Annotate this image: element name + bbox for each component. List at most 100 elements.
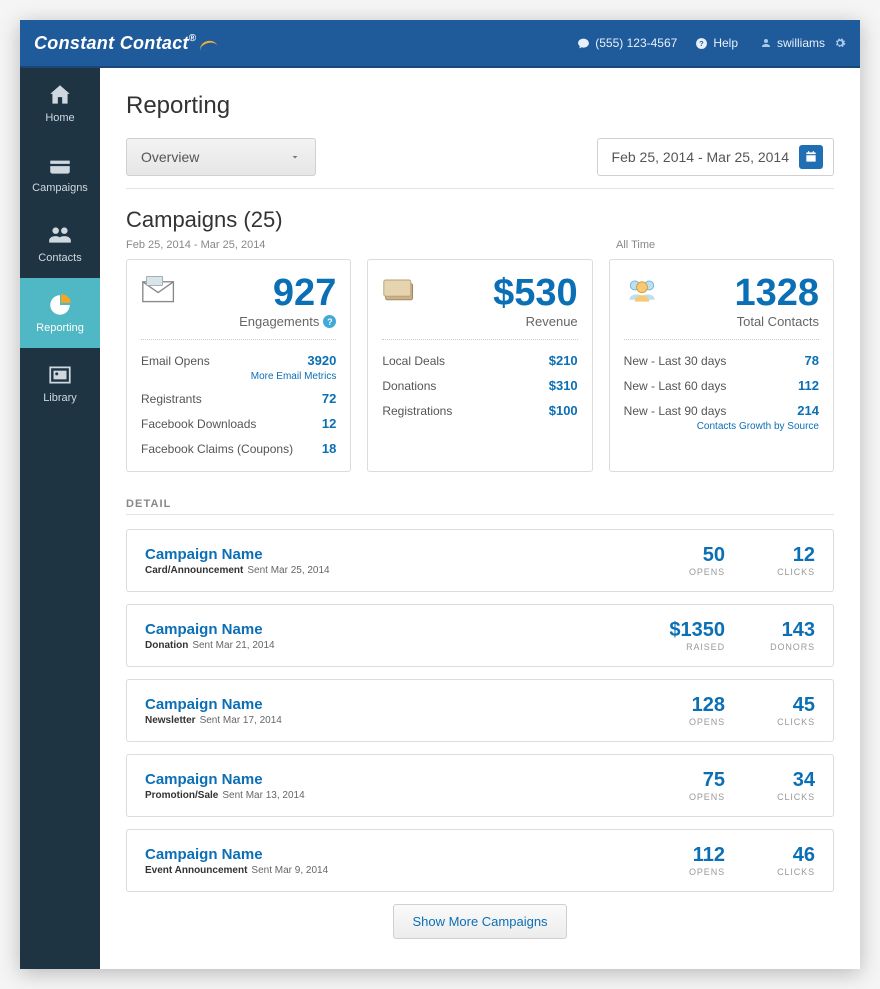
row-value: 78	[805, 353, 819, 368]
campaign-subtitle: DonationSent Mar 21, 2014	[145, 640, 635, 651]
help-tooltip-icon[interactable]: ?	[323, 315, 336, 328]
gear-icon	[834, 37, 846, 49]
row-name: New - Last 90 days	[624, 404, 727, 418]
app-frame: Constant Contact® (555) 123-4567 ? Help …	[20, 20, 860, 969]
user-name: swilliams	[777, 36, 825, 50]
card-row: Registrants72	[141, 386, 336, 411]
row-value: 72	[322, 391, 336, 406]
campaign-row[interactable]: Campaign Name Promotion/SaleSent Mar 13, …	[126, 754, 834, 817]
row-name: Facebook Downloads	[141, 417, 256, 431]
campaign-stat-2: 45CLICKS	[725, 694, 815, 727]
row-value: 18	[322, 441, 336, 456]
view-selector-value: Overview	[141, 149, 199, 165]
sidenav: Home Campaigns Contacts Reporting Librar…	[20, 68, 100, 969]
campaign-title: Campaign Name	[145, 771, 635, 788]
engagements-label: Engagements	[239, 314, 319, 329]
campaign-subtitle: Card/AnnouncementSent Mar 25, 2014	[145, 565, 635, 576]
chat-icon	[577, 37, 590, 50]
topbar: Constant Contact® (555) 123-4567 ? Help …	[20, 20, 860, 68]
card-row: New - Last 90 days214	[624, 398, 819, 423]
divider	[126, 514, 834, 515]
campaign-row[interactable]: Campaign NameDonationSent Mar 21, 2014$1…	[126, 604, 834, 667]
range-labels: Feb 25, 2014 - Mar 25, 2014 All Time	[126, 239, 834, 251]
card-row: New - Last 60 days112	[624, 373, 819, 398]
date-range-picker[interactable]: Feb 25, 2014 - Mar 25, 2014	[597, 138, 834, 176]
campaign-stat-2: 46CLICKS	[725, 844, 815, 877]
campaign-stat-2: 12CLICKS	[725, 544, 815, 577]
row-name: Facebook Claims (Coupons)	[141, 442, 293, 456]
summary-cards: 927 Engagements ? Email Opens 3920 More E…	[126, 259, 834, 472]
phone-link[interactable]: (555) 123-4567	[577, 36, 677, 50]
more-email-metrics-link[interactable]: More Email Metrics	[141, 371, 336, 382]
campaigns-heading: Campaigns (25)	[126, 207, 834, 233]
campaign-stat-2: 143DONORS	[725, 619, 815, 652]
phone-number: (555) 123-4567	[595, 36, 677, 50]
user-icon	[760, 37, 772, 49]
contacts-label: Total Contacts	[737, 314, 819, 329]
card-row: Local Deals $210	[382, 348, 577, 373]
sidebar-item-campaigns[interactable]: Campaigns	[20, 138, 100, 208]
contacts-growth-link[interactable]: Contacts Growth by Source	[624, 421, 819, 432]
nav-label: Home	[45, 112, 74, 124]
range-left: Feb 25, 2014 - Mar 25, 2014	[126, 239, 265, 251]
sidebar-item-home[interactable]: Home	[20, 68, 100, 138]
card-row: Facebook Downloads12	[141, 411, 336, 436]
card-row: Donations$310	[382, 373, 577, 398]
range-right: All Time	[616, 239, 834, 251]
home-icon	[47, 82, 73, 108]
card-engagements: 927 Engagements ? Email Opens 3920 More E…	[126, 259, 351, 472]
card-contacts: 1328 Total Contacts New - Last 30 days78…	[609, 259, 834, 472]
engagements-value: 927	[273, 274, 336, 312]
row-name: New - Last 30 days	[624, 354, 727, 368]
page-title: Reporting	[126, 92, 834, 120]
campaign-stat-1: 50OPENS	[635, 544, 725, 577]
nav-label: Campaigns	[32, 182, 88, 194]
revenue-label: Revenue	[526, 314, 578, 329]
row-value: 3920	[307, 353, 336, 368]
campaign-title: Campaign Name	[145, 846, 635, 863]
sidebar-item-contacts[interactable]: Contacts	[20, 208, 100, 278]
row-name: Registrations	[382, 404, 452, 418]
campaign-subtitle: Event AnnouncementSent Mar 9, 2014	[145, 865, 635, 876]
campaign-row[interactable]: Campaign Name NewsletterSent Mar 17, 2014…	[126, 679, 834, 742]
nav-label: Contacts	[38, 252, 81, 264]
inbox-icon	[47, 152, 73, 178]
campaign-title: Campaign Name	[145, 546, 635, 563]
card-row: Registrations $100	[382, 398, 577, 423]
card-row: Facebook Claims (Coupons) 18	[141, 436, 336, 461]
help-link[interactable]: ? Help	[695, 36, 738, 50]
date-range-text: Feb 25, 2014 - Mar 25, 2014	[612, 149, 789, 165]
content-area: Reporting Overview Feb 25, 2014 - Mar 25…	[100, 68, 860, 969]
campaign-subtitle: Promotion/SaleSent Mar 13, 2014	[145, 790, 635, 801]
show-more-button[interactable]: Show More Campaigns	[393, 904, 566, 939]
brand-logo: Constant Contact®	[34, 33, 219, 54]
wallet-icon	[382, 274, 418, 304]
campaign-stat-1: $1350RAISED	[635, 619, 725, 652]
view-selector[interactable]: Overview	[126, 138, 316, 176]
row-value: $100	[549, 403, 578, 418]
campaign-title: Campaign Name	[145, 696, 635, 713]
envelope-icon	[141, 274, 177, 304]
row-name: Local Deals	[382, 354, 445, 368]
engagements-label-row: Engagements ?	[141, 314, 336, 329]
brand-swoosh-icon	[199, 37, 219, 49]
campaign-list: Campaign Name Card/AnnouncementSent Mar 2…	[126, 529, 834, 892]
sidebar-item-library[interactable]: Library	[20, 348, 100, 418]
help-icon: ?	[695, 37, 708, 50]
help-label: Help	[713, 36, 738, 50]
row-value: 112	[798, 378, 819, 393]
nav-label: Library	[43, 392, 77, 404]
campaign-row[interactable]: Campaign Name Event AnnouncementSent Mar …	[126, 829, 834, 892]
sidebar-item-reporting[interactable]: Reporting	[20, 278, 100, 348]
svg-text:?: ?	[699, 39, 704, 48]
campaign-row[interactable]: Campaign Name Card/AnnouncementSent Mar 2…	[126, 529, 834, 592]
campaign-subtitle: NewsletterSent Mar 17, 2014	[145, 715, 635, 726]
row-value: $210	[549, 353, 578, 368]
row-name: Email Opens	[141, 354, 210, 368]
calendar-icon	[799, 145, 823, 169]
campaign-stat-2: 34CLICKS	[725, 769, 815, 802]
people-icon	[47, 222, 73, 248]
revenue-value: $530	[493, 274, 578, 312]
piechart-icon	[47, 292, 73, 318]
user-menu[interactable]: swilliams	[756, 36, 846, 50]
